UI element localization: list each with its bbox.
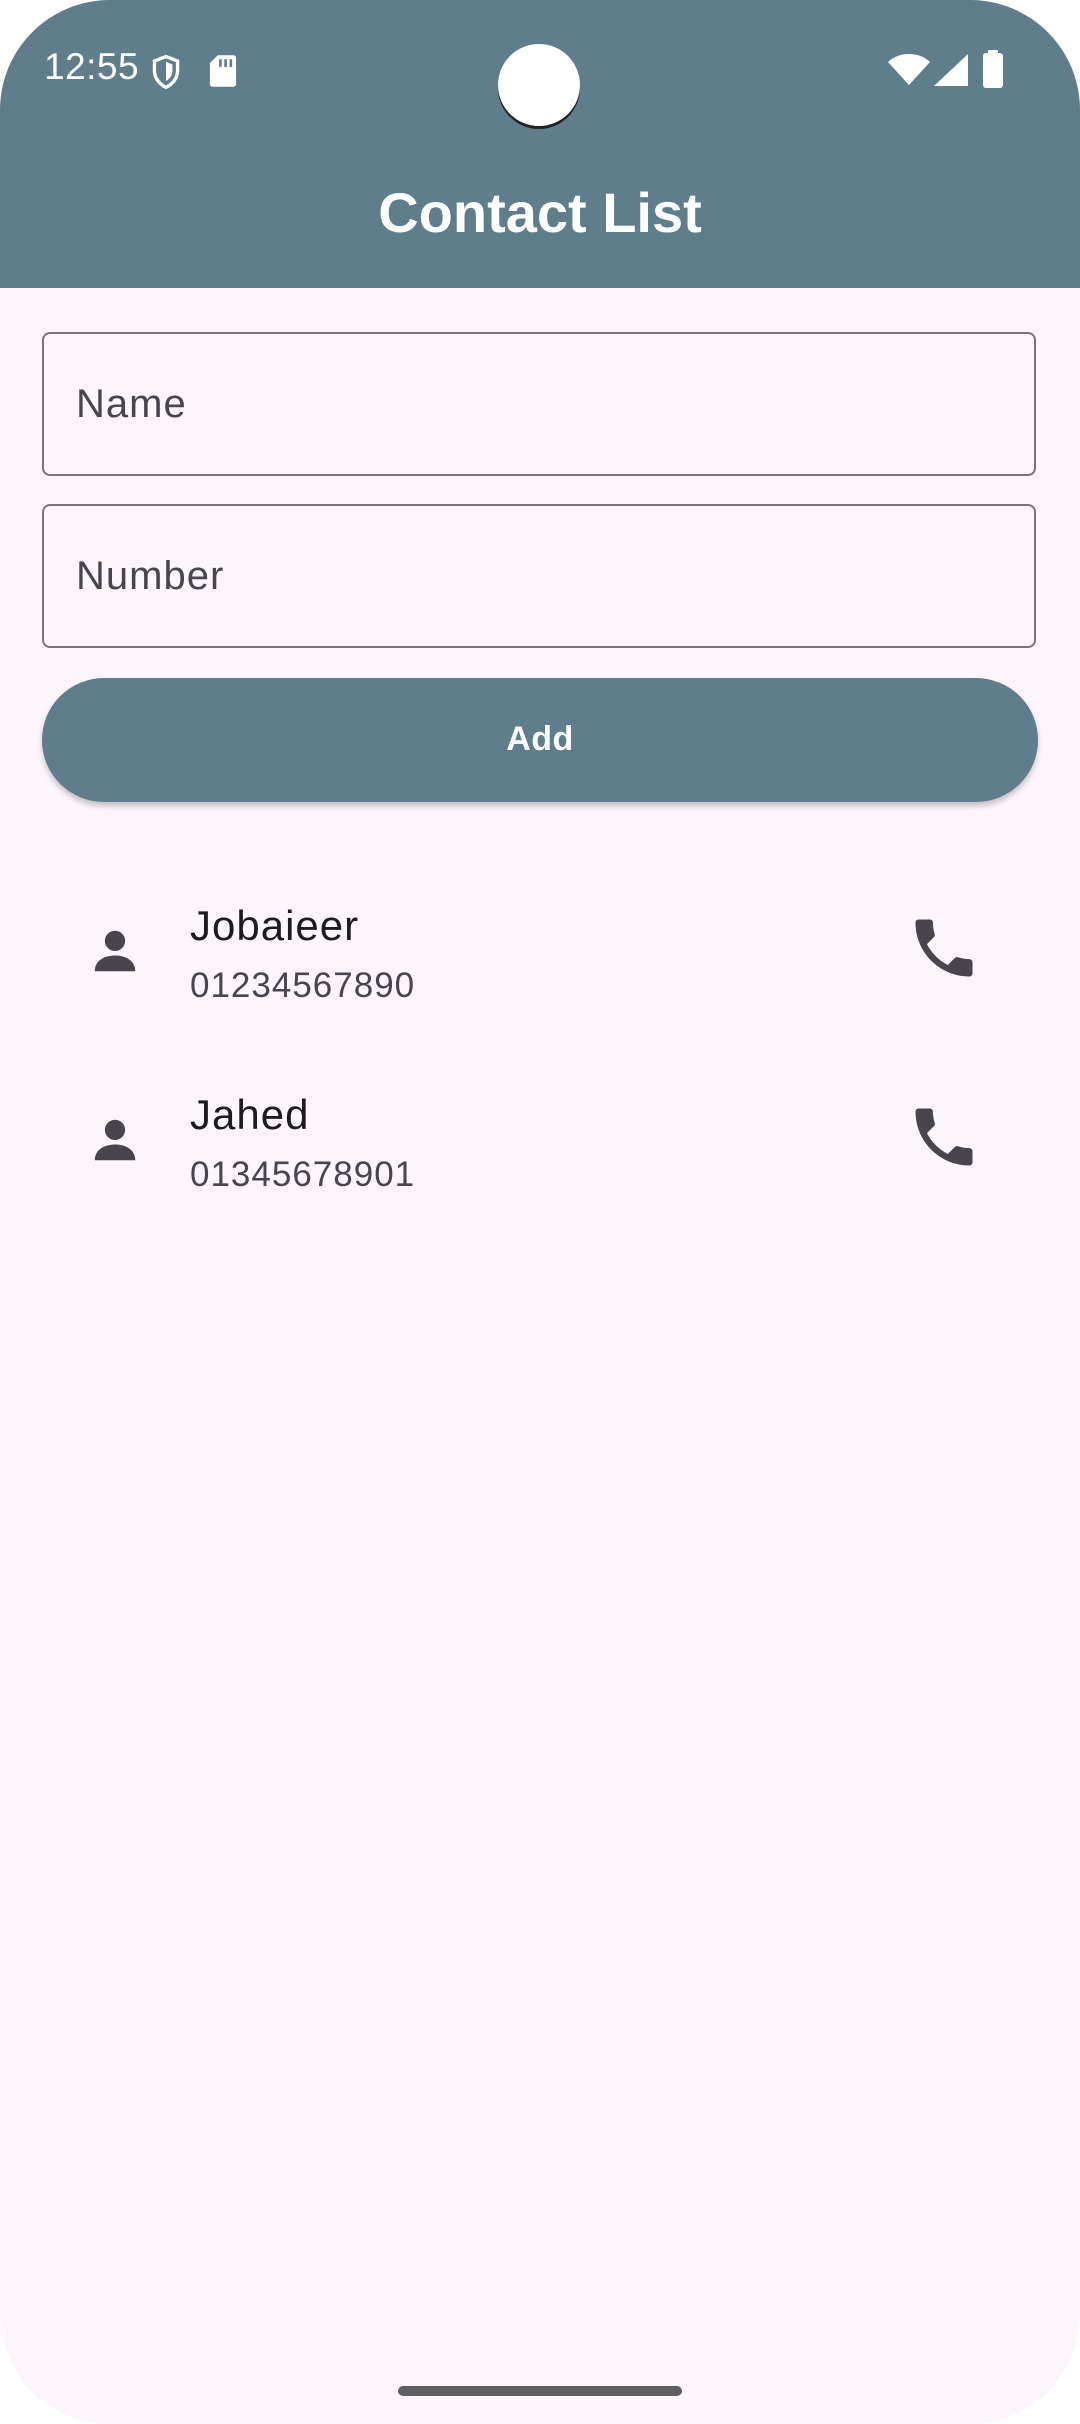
- person-icon: [94, 1119, 136, 1161]
- page-title: Contact List: [378, 181, 702, 244]
- home-indicator[interactable]: [398, 2386, 682, 2396]
- app-bar: 12:55 Contact List: [0, 0, 1080, 288]
- list-item[interactable]: Jobaieer 01234567890: [0, 860, 1080, 1040]
- number-field-label: Number: [76, 554, 225, 598]
- phone-icon[interactable]: [906, 910, 982, 986]
- battery-icon: [983, 50, 1003, 88]
- phone-icon[interactable]: [906, 1099, 982, 1175]
- contact-number: 01234567890: [190, 966, 416, 1005]
- contact-name: Jobaieer: [190, 902, 360, 949]
- status-time: 12:55: [44, 46, 140, 87]
- contact-name: Jahed: [190, 1091, 310, 1138]
- screen: 12:55 Contact List Name Number Add Jobai…: [0, 0, 1080, 2424]
- front-camera-cutout: [498, 44, 580, 126]
- list-item[interactable]: Jahed 01345678901: [0, 1049, 1080, 1229]
- shield-icon: [152, 54, 180, 90]
- add-button-label: Add: [506, 720, 574, 758]
- add-button[interactable]: Add: [42, 678, 1038, 802]
- wifi-icon: [888, 54, 930, 85]
- name-field-label: Name: [76, 382, 187, 426]
- number-field[interactable]: Number: [42, 504, 1036, 648]
- sd-card-icon: [209, 55, 237, 87]
- person-icon: [94, 930, 136, 972]
- cellular-signal-icon: [934, 54, 968, 86]
- name-field[interactable]: Name: [42, 332, 1036, 476]
- contact-number: 01345678901: [190, 1155, 416, 1194]
